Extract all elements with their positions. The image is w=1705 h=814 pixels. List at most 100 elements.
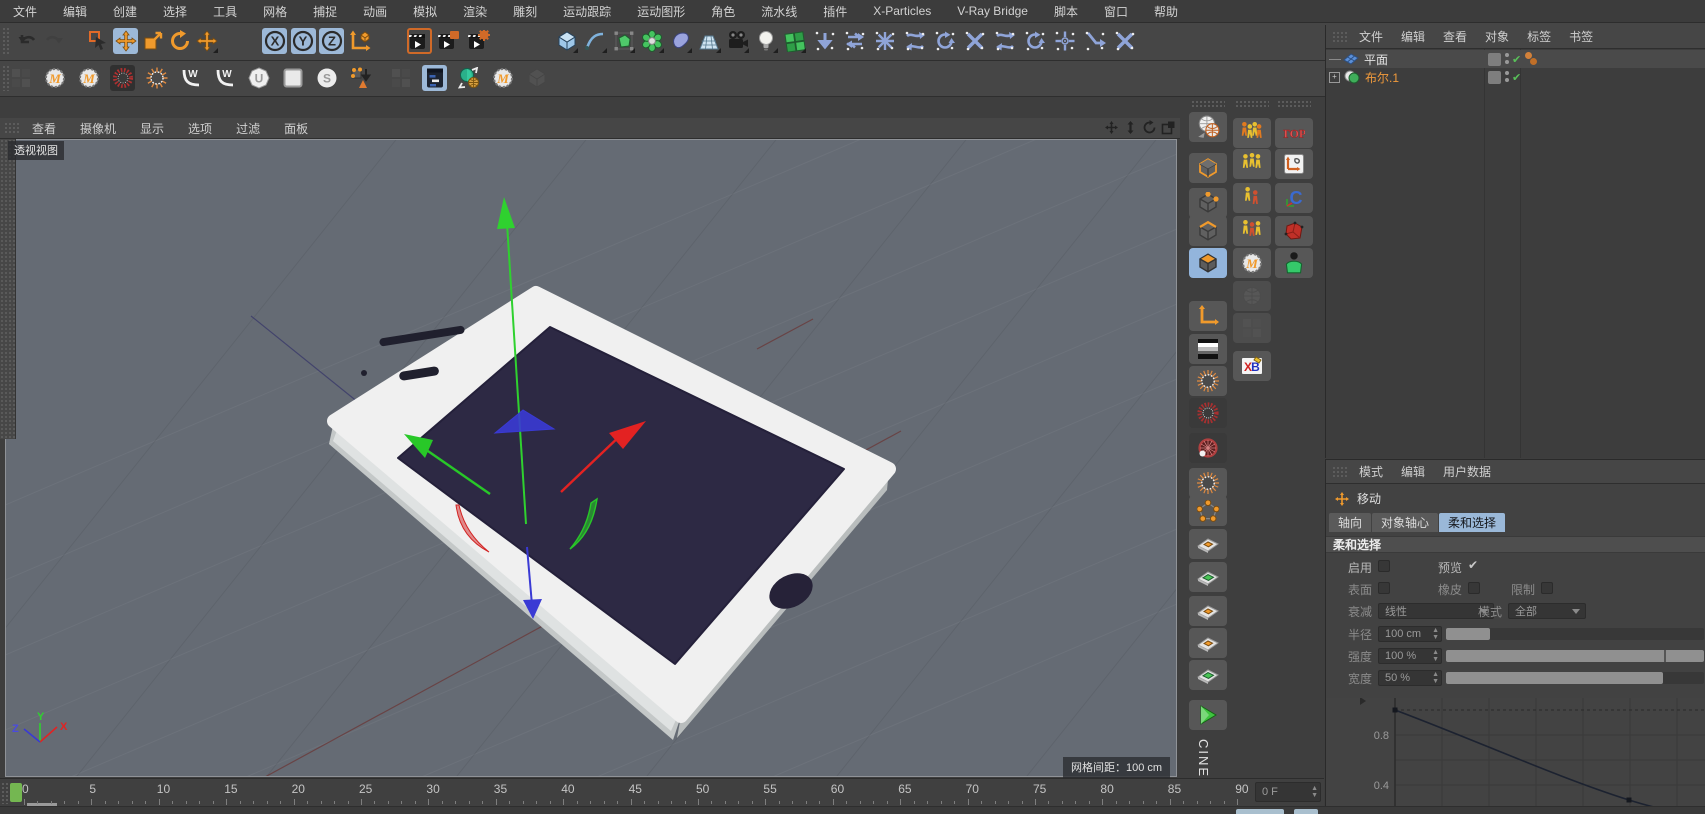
undo-button[interactable]: [14, 28, 39, 54]
character-figure-tool[interactable]: [1275, 248, 1313, 278]
menu-窗口[interactable]: 窗口: [1091, 3, 1141, 20]
visibility-dots[interactable]: [1505, 71, 1509, 82]
viewport-pan-icon[interactable]: [1104, 120, 1119, 135]
model-mode[interactable]: [1189, 153, 1227, 183]
plane-tool-3[interactable]: [1189, 596, 1227, 626]
viewport-dolly-icon[interactable]: [1123, 120, 1138, 135]
viewport-menu-显示[interactable]: 显示: [128, 120, 176, 137]
falloff-curve-editor[interactable]: 0.8 0.4: [1326, 697, 1705, 814]
glow-ring-2[interactable]: [1189, 468, 1227, 498]
c-plugin-badge[interactable]: C: [1275, 183, 1313, 213]
enable-checkbox[interactable]: [1378, 560, 1390, 572]
om-menu-编辑[interactable]: 编辑: [1392, 28, 1434, 45]
width-slider[interactable]: [1446, 672, 1704, 684]
red-ring-dot[interactable]: [1189, 433, 1227, 463]
menu-渲染[interactable]: 渲染: [450, 3, 500, 20]
tab-柔和选择[interactable]: 柔和选择: [1439, 513, 1506, 532]
cloth-book-tool[interactable]: [1275, 216, 1313, 246]
om-menu-书签[interactable]: 书签: [1560, 28, 1602, 45]
environment-menu[interactable]: [697, 28, 722, 54]
xp-target-button[interactable]: [1052, 28, 1077, 54]
move-tool[interactable]: [113, 28, 138, 54]
coordinate-system-toggle[interactable]: [348, 28, 373, 54]
om-menu-查看[interactable]: 查看: [1434, 28, 1476, 45]
square-plugin[interactable]: [280, 65, 305, 91]
enabled-check[interactable]: ✔: [1512, 71, 1521, 84]
rotate-tool[interactable]: [167, 28, 192, 54]
panel-plugin[interactable]: [422, 65, 447, 91]
viewport-menu-选项[interactable]: 选项: [176, 120, 224, 137]
xp-orbit-button[interactable]: [932, 28, 957, 54]
menu-角色[interactable]: 角色: [698, 3, 748, 20]
light-menu[interactable]: [754, 28, 779, 54]
strength-slider[interactable]: [1446, 650, 1704, 662]
hatch-tool-disabled[interactable]: [1233, 313, 1271, 343]
palA-grip[interactable]: [1191, 100, 1225, 107]
xp-swap-button[interactable]: [842, 28, 867, 54]
render-view-button[interactable]: [407, 28, 432, 54]
points-mode[interactable]: [1189, 188, 1227, 218]
menu-流水线[interactable]: 流水线: [748, 3, 810, 20]
workplane-tool[interactable]: [1275, 149, 1313, 179]
render-picture-viewer-button[interactable]: [437, 28, 462, 54]
menu-雕刻[interactable]: 雕刻: [500, 3, 550, 20]
object-label[interactable]: 平面: [1364, 51, 1388, 68]
frame-stepper[interactable]: ▲ ▼: [1311, 785, 1318, 799]
primitive-cube-menu[interactable]: [554, 28, 579, 54]
xp-orbit2-button[interactable]: [1022, 28, 1047, 54]
menu-运动图形[interactable]: 运动图形: [624, 3, 698, 20]
sphere-arrows-plugin[interactable]: [456, 65, 481, 91]
menu-运动跟踪[interactable]: 运动跟踪: [550, 3, 624, 20]
menu-V-Ray Bridge[interactable]: V-Ray Bridge: [944, 4, 1041, 18]
magic-gear-tool[interactable]: M: [1233, 248, 1271, 278]
menu-模拟[interactable]: 模拟: [400, 3, 450, 20]
red-ring-dark[interactable]: [1189, 398, 1227, 428]
menu-脚本[interactable]: 脚本: [1041, 3, 1091, 20]
timeline-playhead[interactable]: [10, 783, 22, 802]
am-menu-模式[interactable]: 模式: [1350, 463, 1392, 480]
mograph-menu[interactable]: [782, 28, 807, 54]
xp-bend-button[interactable]: [1082, 28, 1107, 54]
live-selection-tool[interactable]: [86, 28, 111, 54]
last-used-tool[interactable]: [194, 28, 219, 54]
current-frame-field[interactable]: 0 F ▲ ▼: [1255, 782, 1321, 802]
magic-plugin-2[interactable]: M: [76, 65, 101, 91]
scale-tool[interactable]: [140, 28, 165, 54]
tab-对象轴心[interactable]: 对象轴心: [1372, 513, 1439, 532]
xp-burst-button[interactable]: [872, 28, 897, 54]
radius-slider[interactable]: [1446, 628, 1704, 640]
object-manager-grip[interactable]: [1332, 30, 1348, 43]
render-settings-button[interactable]: [466, 28, 491, 54]
preview-checkbox[interactable]: ✔: [1468, 558, 1478, 572]
am-menu-编辑[interactable]: 编辑: [1392, 463, 1434, 480]
viewport-menu-查看[interactable]: 查看: [20, 120, 68, 137]
perspective-viewport[interactable]: Y X Z: [5, 139, 1177, 777]
menu-工具[interactable]: 工具: [200, 3, 250, 20]
z-axis-lock[interactable]: Z: [319, 28, 344, 54]
object-label[interactable]: 布尔.1: [1365, 69, 1399, 86]
character-trio-tool[interactable]: [1233, 149, 1271, 179]
object-row-平面[interactable]: 平面 ✔: [1326, 50, 1705, 68]
plugin-hatch-2[interactable]: [388, 65, 413, 91]
object-row-布尔.1[interactable]: + 布尔.1 ✔: [1326, 68, 1705, 86]
axis-mode[interactable]: [1189, 301, 1227, 331]
xp-flow2-button[interactable]: [992, 28, 1017, 54]
xp-flow-button[interactable]: [902, 28, 927, 54]
soft-selection-section-header[interactable]: 柔和选择: [1326, 536, 1705, 553]
viewport-menu-面板[interactable]: 面板: [272, 120, 320, 137]
surface-checkbox[interactable]: [1378, 582, 1390, 594]
radius-field[interactable]: 100 cm ▲ ▼: [1378, 626, 1442, 642]
om-menu-对象[interactable]: 对象: [1476, 28, 1518, 45]
top-view-badge[interactable]: TOP: [1275, 118, 1313, 148]
w-curve-plugin-2[interactable]: W: [212, 65, 237, 91]
attribute-manager-grip[interactable]: [1332, 465, 1348, 478]
xb-tool[interactable]: XB: [1233, 351, 1271, 381]
w-curve-plugin-1[interactable]: W: [178, 65, 203, 91]
strength-field[interactable]: 100 % ▲ ▼: [1378, 648, 1442, 664]
x-axis-lock[interactable]: X: [262, 28, 287, 54]
menu-网格[interactable]: 网格: [250, 3, 300, 20]
viewport-orbit-icon[interactable]: [1142, 120, 1157, 135]
layer-chip[interactable]: [1488, 52, 1501, 66]
character-family-tool[interactable]: [1233, 216, 1271, 246]
pentagon-points[interactable]: [1189, 496, 1227, 526]
